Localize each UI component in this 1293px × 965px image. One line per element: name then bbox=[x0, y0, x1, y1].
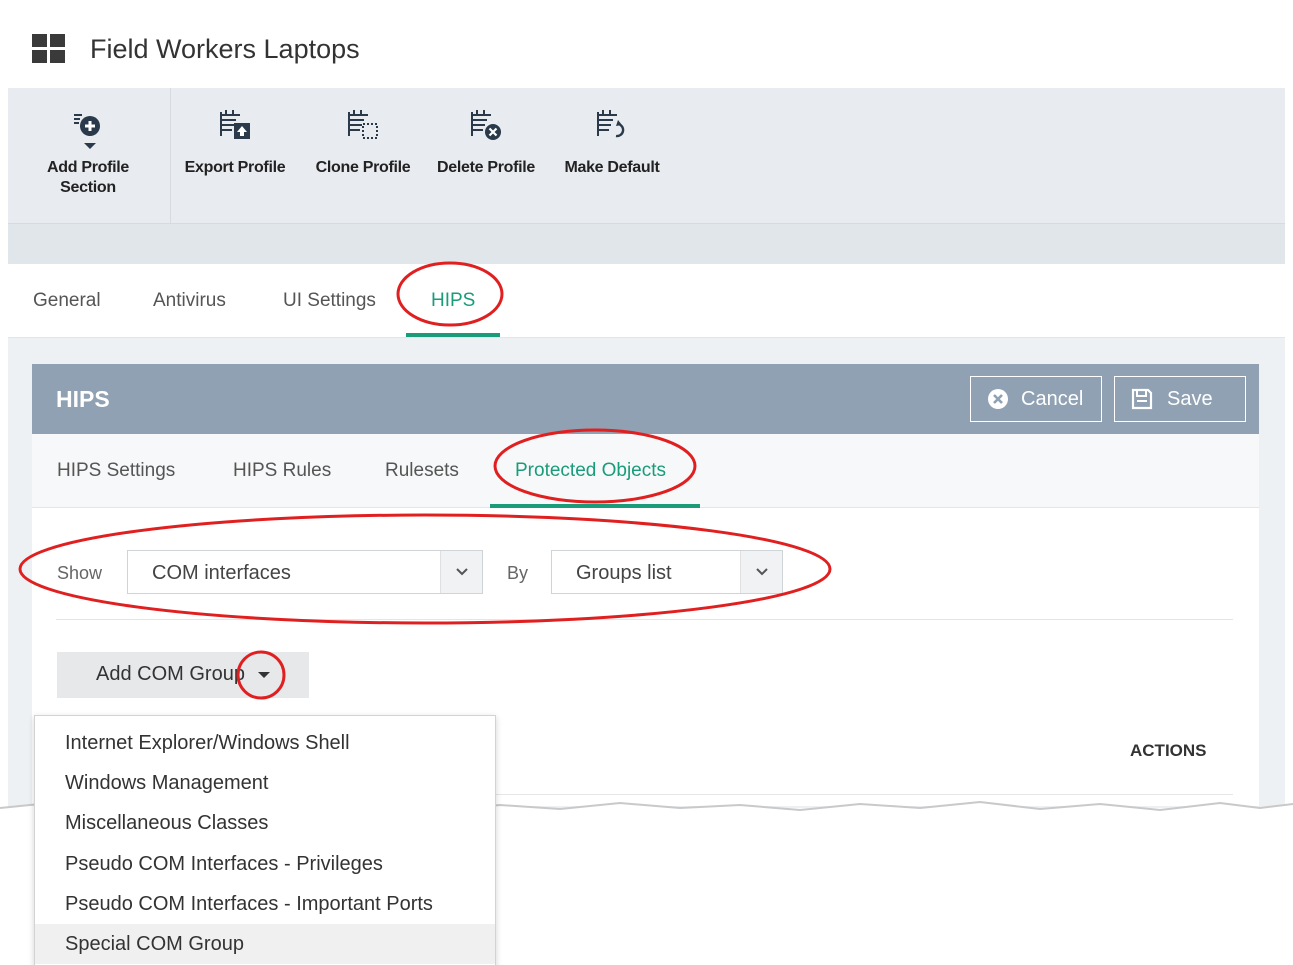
make-default-label: Make Default bbox=[564, 159, 660, 176]
menu-item-miscellaneous-classes[interactable]: Miscellaneous Classes bbox=[35, 803, 495, 843]
page-title: Field Workers Laptops bbox=[90, 33, 360, 64]
menu-item-pseudo-com-ports[interactable]: Pseudo COM Interfaces - Important Ports bbox=[35, 884, 495, 924]
add-section-icon bbox=[38, 108, 138, 158]
title-bar: Field Workers Laptops bbox=[8, 10, 1285, 88]
add-profile-label-2: Section bbox=[60, 179, 116, 196]
by-label: By bbox=[507, 563, 529, 583]
subtab-rulesets[interactable]: Rulesets bbox=[385, 460, 459, 482]
toolbar: Add Profile Section Export Profile Clone… bbox=[8, 88, 1285, 224]
show-select[interactable]: COM interfaces bbox=[127, 550, 483, 594]
filter-divider bbox=[56, 619, 1233, 620]
clone-profile-label: Clone Profile bbox=[315, 159, 411, 176]
show-select-value: COM interfaces bbox=[152, 562, 291, 584]
subtab-hips-rules[interactable]: HIPS Rules bbox=[233, 460, 331, 482]
delete-icon bbox=[432, 108, 540, 158]
caret-down-icon[interactable] bbox=[258, 672, 270, 678]
panel-title: HIPS bbox=[56, 386, 110, 412]
show-label: Show bbox=[57, 563, 103, 583]
tab-hips[interactable]: HIPS bbox=[431, 290, 475, 312]
add-com-group-button[interactable]: Add COM Group bbox=[57, 652, 309, 698]
toolbar-separator bbox=[170, 88, 171, 224]
export-profile-label: Export Profile bbox=[184, 159, 286, 176]
tab-general[interactable]: General bbox=[33, 290, 101, 312]
save-button[interactable]: Save bbox=[1114, 376, 1246, 422]
export-profile-button[interactable]: Export Profile bbox=[180, 108, 290, 178]
menu-item-special-com-group[interactable]: Special COM Group bbox=[35, 924, 495, 964]
make-default-icon bbox=[560, 108, 664, 158]
menu-item-windows-management[interactable]: Windows Management bbox=[35, 763, 495, 803]
delete-profile-button[interactable]: Delete Profile bbox=[432, 108, 540, 178]
menu-item-internet-explorer[interactable]: Internet Explorer/Windows Shell bbox=[35, 723, 495, 763]
add-profile-label-1: Add Profile bbox=[46, 159, 130, 176]
windows-logo-icon bbox=[32, 34, 66, 64]
add-profile-section-button[interactable]: Add Profile Section bbox=[38, 108, 138, 198]
save-icon bbox=[1131, 388, 1153, 410]
profile-tabs: General Antivirus UI Settings HIPS bbox=[8, 264, 1285, 338]
add-com-group-menu: Internet Explorer/Windows Shell Windows … bbox=[34, 715, 496, 965]
export-icon bbox=[180, 108, 290, 158]
toolbar-band bbox=[8, 224, 1285, 264]
cancel-label: Cancel bbox=[1021, 387, 1084, 410]
clone-icon bbox=[310, 108, 416, 158]
cancel-icon bbox=[988, 389, 1008, 409]
hips-panel-header: HIPS Cancel Save bbox=[32, 364, 1259, 434]
save-label: Save bbox=[1167, 387, 1213, 410]
menu-item-pseudo-com-privileges[interactable]: Pseudo COM Interfaces - Privileges bbox=[35, 844, 495, 884]
chevron-down-icon bbox=[440, 551, 482, 593]
by-select-value: Groups list bbox=[576, 562, 672, 584]
subtab-protected-objects[interactable]: Protected Objects bbox=[515, 460, 666, 482]
tab-ui-settings[interactable]: UI Settings bbox=[283, 290, 376, 312]
chevron-down-icon bbox=[740, 551, 782, 593]
subtab-active-indicator bbox=[490, 504, 700, 508]
actions-column-header: ACTIONS bbox=[1130, 741, 1207, 760]
add-com-group-label: Add COM Group bbox=[96, 663, 245, 685]
make-default-button[interactable]: Make Default bbox=[560, 108, 664, 178]
delete-profile-label: Delete Profile bbox=[436, 159, 536, 176]
by-select[interactable]: Groups list bbox=[551, 550, 783, 594]
subtab-hips-settings[interactable]: HIPS Settings bbox=[57, 460, 175, 482]
hips-subtabs: HIPS Settings HIPS Rules Rulesets Protec… bbox=[32, 434, 1259, 508]
tab-active-indicator bbox=[406, 333, 500, 337]
cancel-button[interactable]: Cancel bbox=[970, 376, 1102, 422]
tab-antivirus[interactable]: Antivirus bbox=[153, 290, 226, 312]
clone-profile-button[interactable]: Clone Profile bbox=[310, 108, 416, 178]
